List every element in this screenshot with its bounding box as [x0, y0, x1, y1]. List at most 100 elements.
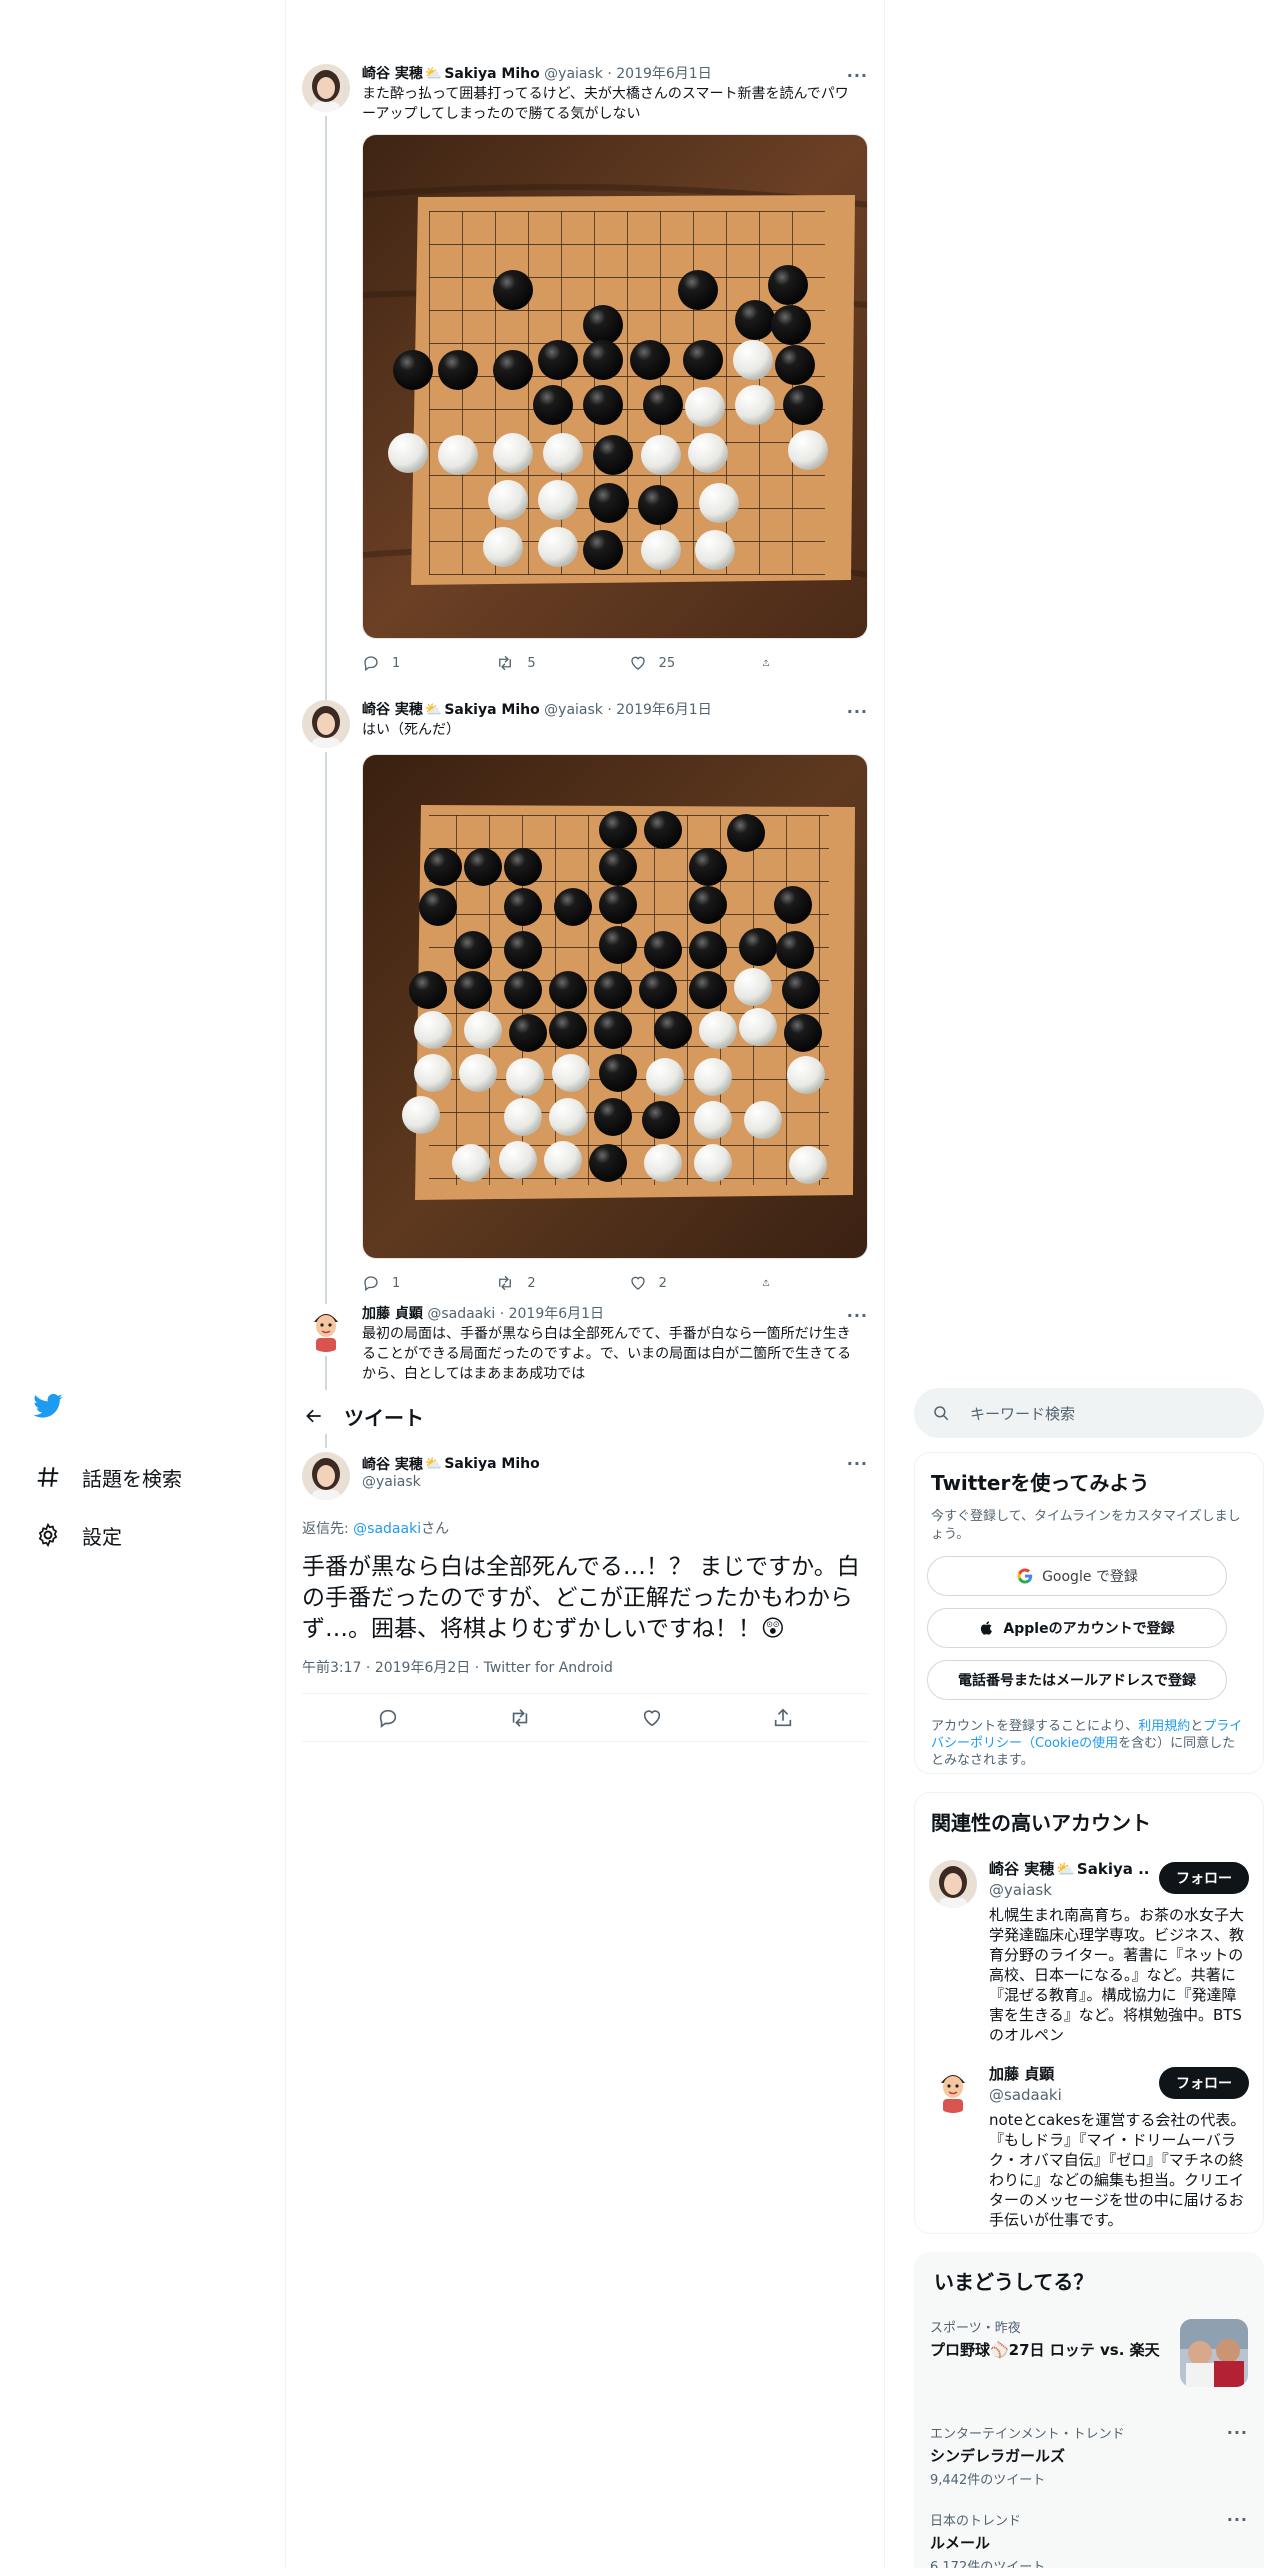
avatar[interactable]: [302, 64, 350, 112]
trend-context: 日本のトレンド: [930, 2514, 1022, 2529]
author-name-row[interactable]: 崎谷 実穂 ⛅ Sakiya Miho: [362, 1454, 540, 1474]
account-item[interactable]: 崎谷 実穂 ⛅ Sakiya ... @yaiask フォロー 札幌生まれ南高育ち。…: [927, 1858, 1251, 2045]
trends-card: いまどうしてる？ スポーツ・昨夜 プロ野球⚾27日 ロッテ vs. 楽天 エンタ…: [914, 2252, 1264, 2568]
retweet-button[interactable]: 5: [495, 654, 628, 672]
thread-connector: [325, 752, 327, 1332]
sidebar-item-settings[interactable]: 設定: [30, 1506, 280, 1564]
retweet-icon[interactable]: [508, 1707, 532, 1729]
account-item[interactable]: 加藤 貞顕 @sadaaki フォロー noteとcakesを運営する会社の代表…: [927, 2063, 1251, 2230]
tweet-header: 崎谷 実穂 ⛅ Sakiya Miho @yaiask · 2019年6月1日 …: [362, 676, 884, 722]
share-button[interactable]: [762, 1274, 782, 1292]
heart-icon: [630, 656, 645, 670]
twitter-bird-icon[interactable]: [32, 1390, 72, 1430]
search-input[interactable]: キーワード検索: [914, 1388, 1264, 1438]
trend-context: エンターテインメント・トレンド: [930, 2427, 1125, 2442]
author-handle[interactable]: @yaiask: [362, 1474, 421, 1490]
focused-tweet: 崎谷 実穂 ⛅ Sakiya Miho @yaiask ··· 返信先: @sa…: [286, 1434, 884, 1742]
tweet-date[interactable]: 2019年6月1日: [616, 700, 711, 720]
author-name-en[interactable]: Sakiya Miho: [444, 64, 539, 84]
trend-item[interactable]: スポーツ・昨夜 プロ野球⚾27日 ロッテ vs. 楽天: [930, 2317, 1248, 2401]
cookie-link[interactable]: （Cookieの使用: [1022, 1736, 1118, 1751]
tweet-date[interactable]: 2019年6月2日: [375, 1660, 470, 1676]
phone-email-signup-button[interactable]: 電話番号またはメールアドレスで登録: [927, 1660, 1227, 1700]
follow-button[interactable]: フォロー: [1159, 1862, 1249, 1894]
tweet-source[interactable]: Twitter for Android: [484, 1660, 613, 1676]
like-button[interactable]: 2: [629, 1274, 762, 1292]
thread-tweet[interactable]: 加藤 貞顕 @sadaaki · 2019年6月1日 ··· 最初の局面は、手番…: [286, 1300, 884, 1396]
more-options-icon[interactable]: ···: [847, 66, 868, 86]
trends-title: いまどうしてる？: [934, 2270, 1094, 2294]
more-options-icon[interactable]: ···: [847, 702, 868, 722]
author-handle[interactable]: @yaiask: [544, 64, 603, 84]
tweet-date[interactable]: 2019年6月1日: [616, 64, 711, 84]
author-handle[interactable]: @sadaaki: [427, 1304, 495, 1324]
author-handle[interactable]: @yaiask: [544, 700, 603, 720]
thread-tweet-clipped: 加藤 貞顕 @sadaaki · 2019年6月1日 ··· 最初の局面は、手番…: [286, 1300, 884, 1396]
back-arrow-icon[interactable]: [286, 1406, 342, 1426]
avatar[interactable]: [929, 1860, 977, 1908]
share-icon[interactable]: [772, 1707, 794, 1729]
separator-dot: ·: [495, 1306, 509, 1322]
reply-icon[interactable]: [377, 1707, 399, 1729]
more-options-icon[interactable]: ···: [1227, 2423, 1248, 2442]
avatar[interactable]: [302, 1452, 350, 1500]
account-name[interactable]: 加藤 貞顕: [989, 2063, 1149, 2084]
thread-tweet[interactable]: 崎谷 実穂 ⛅ Sakiya Miho @yaiask · 2019年6月1日 …: [286, 40, 884, 700]
column-divider-right: [884, 0, 885, 2568]
tweet-photo[interactable]: [362, 754, 868, 1259]
signup-legal-text: アカウントを登録することにより、利用規約とプライバシーポリシー（Cookieの使…: [931, 1718, 1247, 1769]
retweet-count: 5: [527, 655, 536, 671]
sun-cloud-icon: ⛅: [424, 702, 443, 718]
author-name[interactable]: 崎谷 実穂: [362, 700, 423, 720]
tweet-time[interactable]: 午前3:17: [302, 1660, 361, 1676]
more-options-icon[interactable]: ···: [847, 1454, 868, 1473]
author-name-en[interactable]: Sakiya Miho: [444, 700, 539, 720]
trend-item[interactable]: エンターテインメント・トレンド シンデレラガールズ 9,442件のツイート ··…: [930, 2423, 1248, 2488]
sidebar-item-label: 設定: [82, 1524, 122, 1549]
google-signup-button[interactable]: Google で登録: [927, 1556, 1227, 1596]
search-placeholder: キーワード検索: [970, 1404, 1076, 1423]
author-name-en: Sakiya Miho: [444, 1456, 540, 1472]
apple-signup-button[interactable]: Appleのアカウントで登録: [927, 1608, 1227, 1648]
like-count: 2: [658, 1275, 667, 1291]
more-options-icon[interactable]: ···: [1227, 2510, 1248, 2529]
avatar[interactable]: [302, 1304, 350, 1352]
relevant-accounts-card: 関連性の高いアカウント 崎谷 実穂 ⛅ Sakiya ... @yaiask フォロ…: [914, 1792, 1264, 2234]
sidebar-item-explore[interactable]: 話題を検索: [30, 1448, 280, 1506]
signup-subtitle: 今すぐ登録して、タイムラインをカスタマイズしましょう。: [931, 1509, 1241, 1542]
thread-tweet[interactable]: 崎谷 実穂 ⛅ Sakiya Miho @yaiask · 2019年6月1日 …: [286, 676, 884, 1332]
heart-icon[interactable]: [641, 1707, 663, 1729]
hashtag-icon: [30, 1459, 66, 1495]
tweet-photo[interactable]: [362, 134, 868, 639]
reply-button[interactable]: 1: [362, 1274, 495, 1292]
avatar[interactable]: [929, 2065, 977, 2113]
retweet-count: 2: [527, 1275, 536, 1291]
reply-mention-link[interactable]: @sadaaki: [353, 1521, 421, 1537]
google-icon: [1017, 1568, 1033, 1584]
reply-suffix: さん: [421, 1521, 450, 1537]
more-options-icon[interactable]: ···: [847, 1306, 868, 1326]
share-icon: [763, 659, 769, 666]
reply-button[interactable]: 1: [362, 654, 495, 672]
share-button[interactable]: [762, 654, 782, 672]
tweet-date[interactable]: 2019年6月1日: [509, 1304, 604, 1324]
author-name[interactable]: 崎谷 実穂: [362, 64, 423, 84]
retweet-button[interactable]: 2: [495, 1274, 628, 1292]
trend-item[interactable]: 日本のトレンド ルメール 6,172件のツイート ···: [930, 2510, 1248, 2568]
sidebar-nav: 話題を検索 設定: [30, 1390, 280, 1564]
page-title: ツイート: [344, 1405, 424, 1430]
signup-card: Twitterを使ってみよう 今すぐ登録して、タイムラインをカスタマイズしましょ…: [914, 1452, 1264, 1774]
like-button[interactable]: 25: [629, 654, 762, 672]
account-name-en: Sakiya ...: [1076, 1859, 1149, 1878]
thread-connector: [325, 116, 327, 700]
signup-title: Twitterを使ってみよう: [931, 1471, 1150, 1495]
follow-button[interactable]: フォロー: [1159, 2067, 1249, 2099]
trend-title: シンデレラガールズ: [930, 2447, 1066, 2465]
separator-dot: ·: [602, 702, 617, 718]
terms-link[interactable]: 利用規約: [1138, 1719, 1190, 1734]
tweet-author-row: 崎谷 実穂 ⛅ Sakiya Miho @yaiask ···: [286, 1434, 884, 1504]
account-name[interactable]: 崎谷 実穂 ⛅ Sakiya ...: [989, 1858, 1149, 1879]
author-name[interactable]: 加藤 貞顕: [362, 1304, 423, 1324]
heart-icon: [630, 1276, 645, 1290]
avatar[interactable]: [302, 700, 350, 748]
